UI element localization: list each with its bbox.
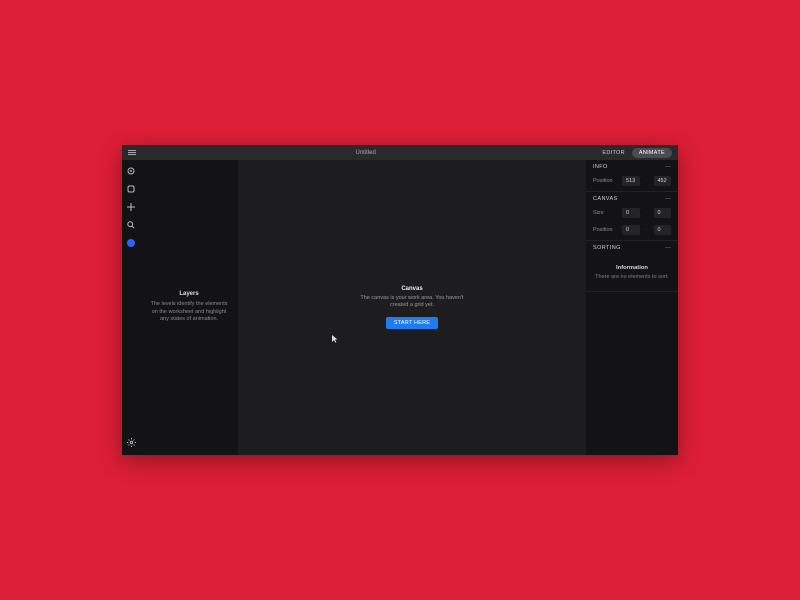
link-icon: · xyxy=(643,227,651,233)
canvas-pos-x[interactable]: 0 xyxy=(622,225,640,235)
sorting-empty-title: Information xyxy=(594,265,670,271)
section-canvas-title: CANVAS xyxy=(593,196,618,202)
canvas-size-label: Size xyxy=(593,210,619,216)
link-icon: · xyxy=(643,210,651,216)
section-info: INFO — Position 513 · 452 xyxy=(586,160,678,192)
sorting-empty-state: Information There are no elements to sor… xyxy=(586,255,678,291)
cursor-icon xyxy=(332,335,338,345)
section-canvas-header[interactable]: CANVAS — xyxy=(586,192,678,206)
section-sorting: SORTING — Information There are no eleme… xyxy=(586,241,678,292)
layers-description: The levels identify the elements on the … xyxy=(148,301,230,323)
tool-strip xyxy=(122,160,140,455)
start-here-button[interactable]: START HERE xyxy=(386,317,438,329)
canvas-pos-row: Position 0 · 0 xyxy=(586,223,678,240)
tab-animate[interactable]: ANIMATE xyxy=(632,148,672,158)
canvas-heading: Canvas xyxy=(401,286,422,292)
tab-editor[interactable]: EDITOR xyxy=(595,148,631,158)
canvas-size-row: Size 0 · 0 xyxy=(586,206,678,223)
gear-icon[interactable] xyxy=(126,437,136,447)
search-icon[interactable] xyxy=(126,220,136,230)
record-icon[interactable] xyxy=(126,166,136,176)
info-pos-x[interactable]: 513 xyxy=(622,176,640,186)
info-position-row: Position 513 · 452 xyxy=(586,174,678,191)
link-icon: · xyxy=(643,178,651,184)
canvas-size-w[interactable]: 0 xyxy=(622,208,640,218)
section-sorting-title: SORTING xyxy=(593,245,621,251)
collapse-icon: — xyxy=(665,196,671,202)
app-body: Layers The levels identify the elements … xyxy=(122,160,678,455)
canvas-pos-label: Position xyxy=(593,227,619,233)
square-icon[interactable] xyxy=(126,184,136,194)
hamburger-icon[interactable] xyxy=(128,150,136,155)
canvas-pos-y[interactable]: 0 xyxy=(654,225,672,235)
collapse-icon: — xyxy=(665,245,671,251)
canvas-description: The canvas is your work area. You haven'… xyxy=(352,295,472,309)
app-window: Untitled EDITOR ANIMATE xyxy=(122,145,678,455)
info-pos-y[interactable]: 452 xyxy=(654,176,672,186)
canvas-area[interactable]: Canvas The canvas is your work area. You… xyxy=(238,160,586,455)
section-info-header[interactable]: INFO — xyxy=(586,160,678,174)
sorting-empty-desc: There are no elements to sort. xyxy=(594,274,670,281)
info-position-label: Position xyxy=(593,178,619,184)
canvas-size-h[interactable]: 0 xyxy=(654,208,672,218)
inspector-panel: INFO — Position 513 · 452 CANVAS — Size … xyxy=(586,160,678,455)
section-info-title: INFO xyxy=(593,164,608,170)
section-sorting-header[interactable]: SORTING — xyxy=(586,241,678,255)
layers-heading: Layers xyxy=(148,291,230,297)
section-canvas: CANVAS — Size 0 · 0 Position 0 · 0 xyxy=(586,192,678,241)
move-icon[interactable] xyxy=(126,202,136,212)
circle-tool-icon[interactable] xyxy=(126,238,136,248)
document-title: Untitled xyxy=(136,150,595,156)
title-bar: Untitled EDITOR ANIMATE xyxy=(122,145,678,160)
mode-tabs: EDITOR ANIMATE xyxy=(595,148,672,158)
layers-panel: Layers The levels identify the elements … xyxy=(140,160,238,455)
collapse-icon: — xyxy=(665,164,671,170)
